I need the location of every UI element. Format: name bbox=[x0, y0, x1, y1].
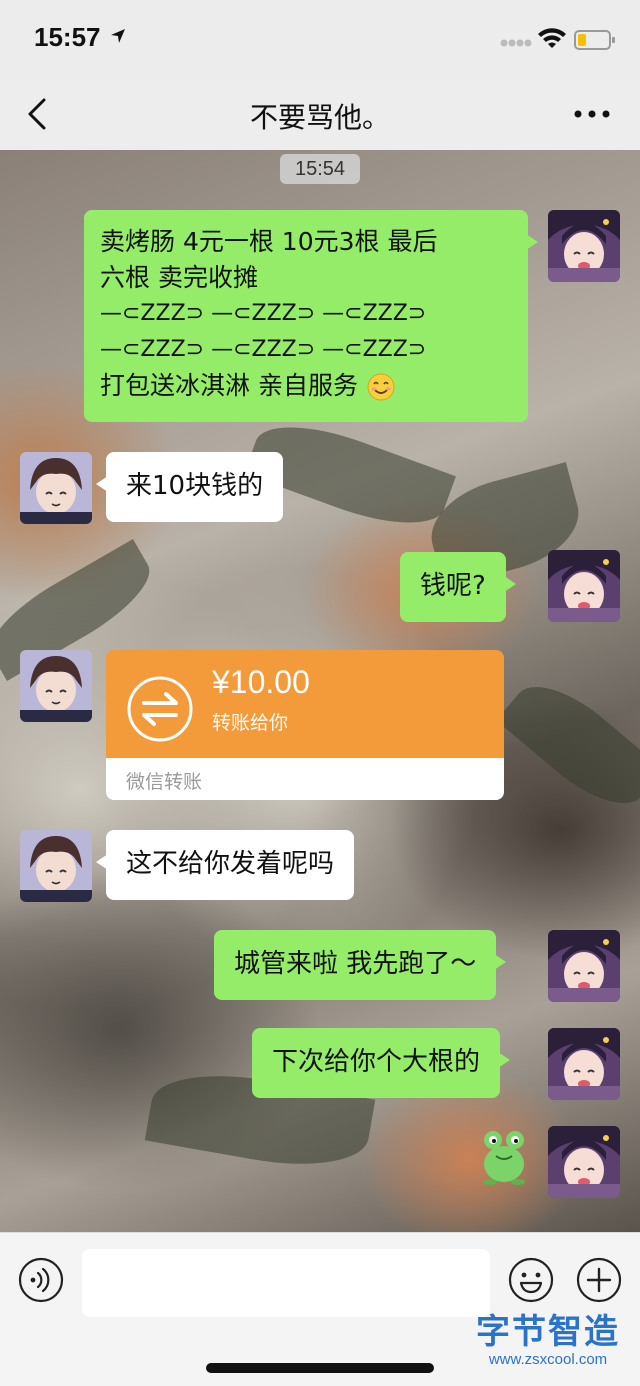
my-avatar[interactable] bbox=[548, 930, 620, 1002]
frog-sticker-icon[interactable] bbox=[476, 1126, 532, 1186]
nav-bar: 不要骂他。 bbox=[0, 80, 640, 150]
plus-icon[interactable] bbox=[576, 1257, 622, 1303]
message-line: —⊂ZZZ⊃ —⊂ZZZ⊃ —⊂ZZZ⊃ bbox=[100, 337, 427, 362]
my-avatar[interactable] bbox=[548, 1126, 620, 1198]
transfer-label: 微信转账 bbox=[126, 771, 203, 793]
message-bubble-sent[interactable]: 城管来啦 我先跑了～ bbox=[214, 930, 507, 1000]
signal-icon bbox=[500, 39, 532, 47]
home-indicator[interactable] bbox=[206, 1363, 434, 1373]
message-line-with-emoji: 打包送冰淇淋 亲自服务 bbox=[100, 368, 512, 404]
message-line: —⊂ZZZ⊃ —⊂ZZZ⊃ —⊂ZZZ⊃ bbox=[100, 301, 427, 326]
watermark-url: www.zsxcool.com bbox=[488, 1351, 608, 1368]
chat-title: 不要骂他。 bbox=[249, 101, 390, 134]
message-bubble-sent[interactable]: 下次给你个大根的 bbox=[252, 1028, 511, 1098]
message-bubble-received[interactable]: 来10块钱的 bbox=[95, 452, 284, 522]
money-transfer-card[interactable]: ¥10.00 转账给你 微信转账 bbox=[106, 650, 504, 800]
message-bubble-sent[interactable]: 卖烤肠 4元一根 10元3根 最后 六根 卖完收摊 —⊂ZZZ⊃ —⊂ZZZ⊃ … bbox=[84, 210, 538, 422]
message-line: 六根 卖完收摊 bbox=[100, 263, 258, 292]
status-time: 15:57 bbox=[34, 22, 101, 52]
contact-avatar[interactable] bbox=[20, 830, 92, 902]
background-leaf bbox=[496, 666, 640, 824]
contact-avatar[interactable] bbox=[20, 452, 92, 524]
message-bubble-received[interactable]: 这不给你发着呢吗 bbox=[95, 830, 355, 900]
transfer-footer: 微信转账 bbox=[106, 758, 504, 800]
input-bar: 字节智造 www.zsxcool.com bbox=[0, 1232, 640, 1386]
emoji-icon[interactable] bbox=[508, 1257, 554, 1303]
more-options-icon[interactable] bbox=[570, 102, 614, 126]
my-avatar[interactable] bbox=[548, 210, 620, 282]
voice-input-icon[interactable] bbox=[18, 1257, 64, 1303]
my-avatar[interactable] bbox=[548, 550, 620, 622]
wifi-icon bbox=[538, 28, 566, 48]
transfer-header: ¥10.00 转账给你 bbox=[106, 650, 504, 758]
transfer-amount: ¥10.00 bbox=[212, 664, 310, 700]
message-line: 打包送冰淇淋 亲自服务 bbox=[100, 371, 358, 400]
transfer-arrows-icon bbox=[127, 676, 193, 742]
watermark-logo: 字节智造 bbox=[476, 1312, 620, 1352]
transfer-description: 转账给你 bbox=[212, 712, 289, 734]
smile-emoji-icon bbox=[367, 373, 395, 401]
message-input[interactable] bbox=[82, 1249, 490, 1317]
message-timestamp: 15:54 bbox=[280, 154, 360, 184]
location-arrow-icon bbox=[111, 29, 125, 43]
battery-icon bbox=[574, 30, 615, 50]
status-bar: 15:57 bbox=[0, 0, 640, 80]
my-avatar[interactable] bbox=[548, 1028, 620, 1100]
watermark: 字节智造 www.zsxcool.com bbox=[462, 1313, 634, 1369]
message-line: 卖烤肠 4元一根 10元3根 最后 bbox=[100, 227, 438, 256]
message-bubble-sent[interactable]: 钱呢? bbox=[400, 552, 516, 622]
chat-area[interactable]: 15:54 卖烤肠 4元一根 10元3根 最后 六根 卖完收摊 —⊂ZZZ⊃ —… bbox=[0, 150, 640, 1232]
contact-avatar[interactable] bbox=[20, 650, 92, 722]
